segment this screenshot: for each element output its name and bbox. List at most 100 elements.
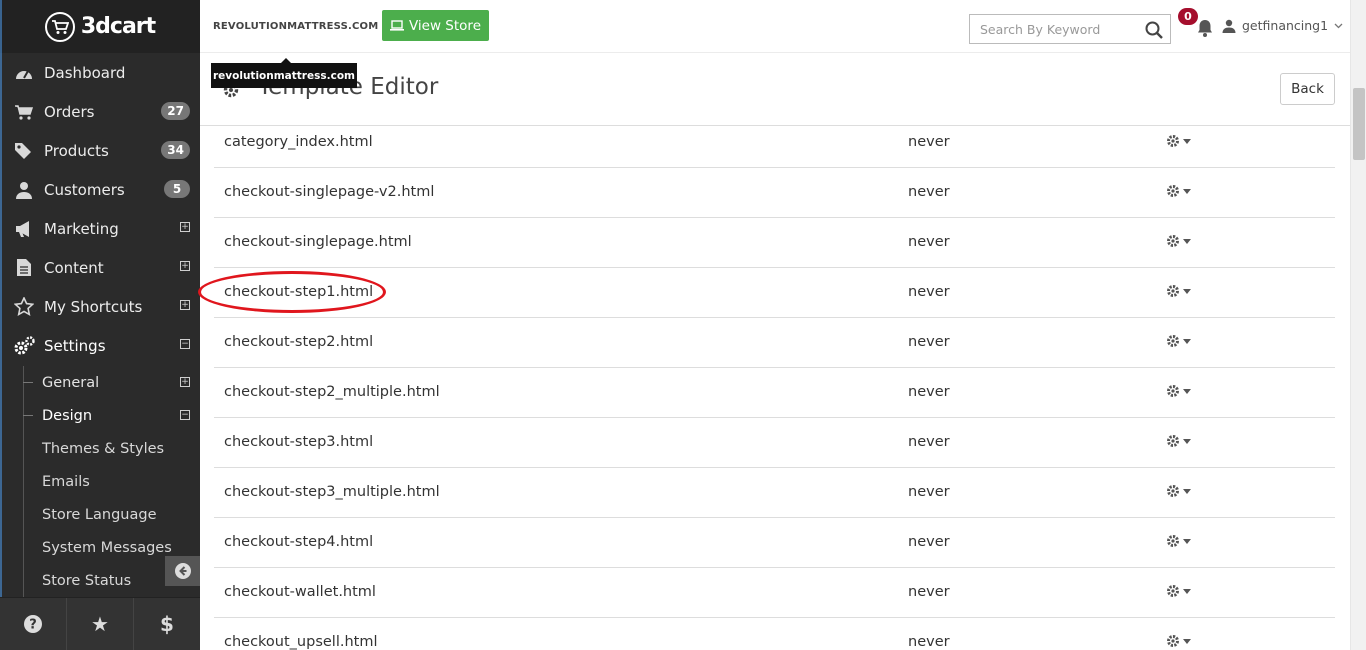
subnav-item-store-language[interactable]: Store Language	[0, 498, 200, 531]
last-modified: never	[908, 484, 950, 500]
back-button[interactable]: Back	[1280, 73, 1335, 105]
subnav-item-themes[interactable]: Themes & Styles	[0, 432, 200, 465]
view-store-button[interactable]: View Store	[382, 10, 489, 41]
subnav-item-general[interactable]: General +	[0, 366, 200, 399]
template-name[interactable]: checkout-wallet.html	[224, 584, 376, 600]
template-name[interactable]: checkout-step4.html	[224, 534, 373, 550]
collapse-sidebar-button[interactable]	[165, 556, 200, 586]
products-count-badge: 34	[161, 141, 190, 159]
user-menu[interactable]: getfinancing1	[1222, 18, 1343, 33]
dollar-icon: $	[160, 612, 174, 636]
sidebar-item-settings[interactable]: Settings −	[0, 326, 200, 365]
gear-icon	[1167, 285, 1179, 297]
sidebar-item-label: Products	[44, 141, 109, 160]
expand-icon[interactable]: +	[180, 222, 190, 232]
table-row[interactable]: checkout_upsell.html never	[214, 618, 1335, 650]
sidebar-item-dashboard[interactable]: Dashboard	[0, 53, 200, 92]
subnav-label: Themes & Styles	[42, 440, 165, 457]
row-actions-dropdown[interactable]	[1166, 334, 1191, 348]
page-header: Template Editor Back	[200, 54, 1350, 126]
table-row[interactable]: checkout-step2_multiple.html never	[214, 368, 1335, 418]
page-scrollbar[interactable]	[1350, 0, 1366, 650]
template-name[interactable]: checkout_upsell.html	[224, 634, 378, 650]
expand-icon[interactable]: +	[180, 377, 190, 387]
sidebar-item-label: My Shortcuts	[44, 297, 143, 316]
last-modified: never	[908, 384, 950, 400]
scrollbar-thumb[interactable]	[1353, 88, 1365, 160]
row-actions-dropdown[interactable]	[1166, 234, 1191, 248]
tags-icon	[12, 141, 36, 161]
search-input[interactable]	[970, 15, 1140, 43]
collapse-icon[interactable]: −	[180, 410, 190, 420]
template-name[interactable]: category_index.html	[224, 134, 373, 150]
table-row[interactable]: checkout-step3_multiple.html never	[214, 468, 1335, 518]
laptop-icon	[389, 20, 404, 31]
template-name[interactable]: checkout-step2.html	[224, 334, 373, 350]
collapse-icon[interactable]: −	[180, 339, 190, 349]
row-actions-dropdown[interactable]	[1166, 534, 1191, 548]
template-name[interactable]: checkout-step1.html	[224, 284, 373, 300]
gear-icon	[1167, 535, 1179, 547]
sidebar-item-marketing[interactable]: Marketing +	[0, 209, 200, 248]
row-actions-dropdown[interactable]	[1166, 484, 1191, 498]
logo[interactable]: 3dcart	[0, 0, 200, 53]
table-row[interactable]: category_index.html never	[214, 118, 1335, 168]
billing-button[interactable]: $	[134, 598, 200, 650]
table-row[interactable]: checkout-step2.html never	[214, 318, 1335, 368]
favorites-button[interactable]: ★	[67, 598, 134, 650]
row-actions-dropdown[interactable]	[1166, 284, 1191, 298]
help-button[interactable]: ?	[0, 598, 67, 650]
sidebar: 3dcart Dashboard Orders 27 Products 34 C…	[0, 0, 200, 650]
gears-icon	[12, 335, 36, 356]
row-actions-dropdown[interactable]	[1166, 584, 1191, 598]
cart-icon	[12, 102, 36, 122]
table-row[interactable]: checkout-step1.html never	[214, 268, 1335, 318]
template-name[interactable]: checkout-singlepage-v2.html	[224, 184, 434, 200]
sidebar-item-orders[interactable]: Orders 27	[0, 92, 200, 131]
expand-icon[interactable]: +	[180, 261, 190, 271]
svg-text:?: ?	[29, 618, 37, 633]
subnav-item-design[interactable]: Design −	[0, 399, 200, 432]
subnav-label: General	[42, 374, 100, 391]
last-modified: never	[908, 534, 950, 550]
template-name[interactable]: checkout-step3.html	[224, 434, 373, 450]
table-row[interactable]: checkout-step4.html never	[214, 518, 1335, 568]
subnav-item-emails[interactable]: Emails	[0, 465, 200, 498]
search-icon[interactable]	[1144, 20, 1164, 40]
sidebar-item-shortcuts[interactable]: My Shortcuts +	[0, 287, 200, 326]
help-icon: ?	[24, 615, 42, 633]
sidebar-item-label: Orders	[44, 102, 95, 121]
caret-down-icon	[1183, 138, 1191, 144]
row-actions-dropdown[interactable]	[1166, 384, 1191, 398]
last-modified: never	[908, 434, 950, 450]
template-name[interactable]: checkout-step3_multiple.html	[224, 484, 440, 500]
template-name[interactable]: checkout-singlepage.html	[224, 234, 412, 250]
gear-icon	[1167, 135, 1179, 147]
row-actions-dropdown[interactable]	[1166, 184, 1191, 198]
row-actions-dropdown[interactable]	[1166, 634, 1191, 648]
caret-down-icon	[1183, 338, 1191, 344]
row-actions-dropdown[interactable]	[1166, 134, 1191, 148]
table-row[interactable]: checkout-singlepage.html never	[214, 218, 1335, 268]
template-name[interactable]: checkout-step2_multiple.html	[224, 384, 440, 400]
last-modified: never	[908, 284, 950, 300]
user-icon	[12, 180, 36, 200]
sidebar-item-customers[interactable]: Customers 5	[0, 170, 200, 209]
sidebar-item-content[interactable]: Content +	[0, 248, 200, 287]
bell-icon[interactable]	[1196, 18, 1214, 38]
table-row[interactable]: checkout-singlepage-v2.html never	[214, 168, 1335, 218]
caret-down-icon	[1183, 388, 1191, 394]
table-row[interactable]: checkout-step3.html never	[214, 418, 1335, 468]
store-name[interactable]: REVOLUTIONMATTRESS.COM	[213, 21, 378, 32]
table-row[interactable]: checkout-wallet.html never	[214, 568, 1335, 618]
expand-icon[interactable]: +	[180, 300, 190, 310]
gear-icon	[1167, 435, 1179, 447]
logo-text: 3dcart	[80, 14, 156, 39]
sidebar-item-label: Settings	[44, 336, 106, 355]
last-modified: never	[908, 134, 950, 150]
sidebar-item-products[interactable]: Products 34	[0, 131, 200, 170]
subnav-label: Design	[42, 407, 93, 424]
last-modified: never	[908, 634, 950, 650]
caret-down-icon	[1183, 638, 1191, 644]
row-actions-dropdown[interactable]	[1166, 434, 1191, 448]
